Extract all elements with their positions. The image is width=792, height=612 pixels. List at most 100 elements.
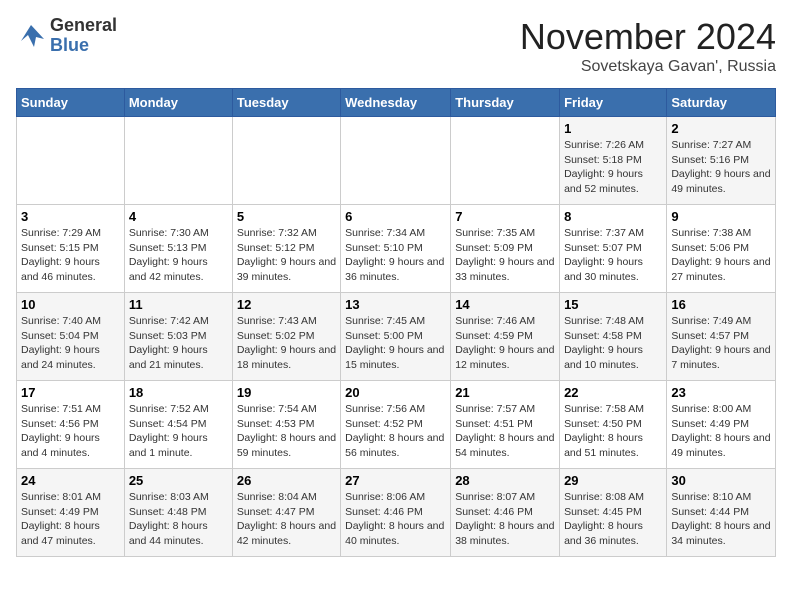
calendar-cell: 2Sunrise: 7:27 AMSunset: 5:16 PMDaylight… [667,117,776,205]
day-number: 16 [671,297,771,312]
day-info-line: Sunrise: 7:40 AM [21,315,101,327]
header-saturday: Saturday [667,89,776,117]
day-info-line: Daylight: 8 hours and 47 minutes. [21,520,100,547]
day-info-line: Sunrise: 7:49 AM [671,315,751,327]
day-info-line: Sunrise: 8:07 AM [455,491,535,503]
logo-text: General Blue [50,16,117,56]
day-info: Sunrise: 7:56 AMSunset: 4:52 PMDaylight:… [345,402,446,461]
day-info-line: Sunrise: 7:51 AM [21,403,101,415]
header-tuesday: Tuesday [232,89,340,117]
day-info-line: Sunrise: 8:01 AM [21,491,101,503]
day-number: 9 [671,209,771,224]
day-number: 7 [455,209,555,224]
day-info: Sunrise: 8:08 AM Sunset: 4:45 PM Daylight:… [564,490,662,549]
day-info-line: Sunset: 5:00 PM [345,330,423,342]
day-info-line: Sunrise: 7:30 AM [129,227,209,239]
day-info: Sunrise: 7:40 AMSunset: 5:04 PMDaylight:… [21,314,120,373]
day-info-line: Sunset: 5:09 PM [455,242,533,254]
day-number: 23 [671,385,771,400]
day-info-line: Sunrise: 7:58 AM [564,403,644,415]
calendar-cell [17,117,125,205]
day-info: Sunrise: 7:57 AMSunset: 4:51 PMDaylight:… [455,402,555,461]
day-info-line: Sunrise: 7:45 AM [345,315,425,327]
day-number: 15 [564,297,662,312]
day-info-line: Sunset: 5:06 PM [671,242,749,254]
day-info-line: Sunrise: 7:56 AM [345,403,425,415]
day-info-line: Sunset: 5:12 PM [237,242,315,254]
calendar-cell: 11Sunrise: 7:42 AMSunset: 5:03 PMDayligh… [124,293,232,381]
day-number: 10 [21,297,120,312]
day-info-line: Daylight: 8 hours and 40 minutes. [345,520,444,547]
logo-blue: Blue [50,36,117,56]
calendar-cell: 27Sunrise: 8:06 AMSunset: 4:46 PMDayligh… [341,469,451,557]
month-title: November 2024 [520,16,776,58]
day-info-line: Sunrise: 7:52 AM [129,403,209,415]
day-info-line: Sunrise: 7:42 AM [129,315,209,327]
header-wednesday: Wednesday [341,89,451,117]
day-info-line: Sunset: 5:07 PM [564,242,642,254]
day-info: Sunrise: 7:35 AMSunset: 5:09 PMDaylight:… [455,226,555,285]
calendar-week-3: 10 Sunrise: 7:40 AMSunset: 5:04 PMDayligh… [17,293,776,381]
day-info-line: Sunrise: 7:34 AM [345,227,425,239]
calendar-cell: 30Sunrise: 8:10 AMSunset: 4:44 PMDayligh… [667,469,776,557]
calendar-cell: 1Sunrise: 7:26 AMSunset: 5:18 PMDaylight… [560,117,667,205]
day-info: Sunrise: 8:00 AMSunset: 4:49 PMDaylight:… [671,402,771,461]
calendar-cell: 21Sunrise: 7:57 AMSunset: 4:51 PMDayligh… [451,381,560,469]
day-info-line: Sunset: 4:54 PM [129,418,207,430]
day-info-line: Daylight: 8 hours and 59 minutes. [237,432,336,459]
calendar-cell: 14Sunrise: 7:46 AMSunset: 4:59 PMDayligh… [451,293,560,381]
calendar-cell: 28Sunrise: 8:07 AMSunset: 4:46 PMDayligh… [451,469,560,557]
day-info-line: Daylight: 8 hours and 54 minutes. [455,432,554,459]
day-info-line: Sunrise: 8:10 AM [671,491,751,503]
day-info: Sunrise: 7:30 AMSunset: 5:13 PMDaylight:… [129,226,228,285]
day-info-line: Sunset: 5:10 PM [345,242,423,254]
day-info-line: Sunset: 4:56 PM [21,418,99,430]
calendar-cell: 4Sunrise: 7:30 AMSunset: 5:13 PMDaylight… [124,205,232,293]
day-number: 25 [129,473,228,488]
day-number: 12 [237,297,336,312]
day-info-line: Daylight: 8 hours and 36 minutes. [564,520,643,547]
day-info: Sunrise: 7:54 AMSunset: 4:53 PMDaylight:… [237,402,336,461]
day-number: 17 [21,385,120,400]
day-info: Sunrise: 8:04 AMSunset: 4:47 PMDaylight:… [237,490,336,549]
calendar-cell: 25Sunrise: 8:03 AMSunset: 4:48 PMDayligh… [124,469,232,557]
day-info-line: Sunset: 5:15 PM [21,242,99,254]
day-info: Sunrise: 8:07 AMSunset: 4:46 PMDaylight:… [455,490,555,549]
day-number: 27 [345,473,446,488]
calendar-cell: 16 Sunrise: 7:49 AMSunset: 4:57 PMDayligh… [667,293,776,381]
calendar-week-2: 3Sunrise: 7:29 AMSunset: 5:15 PMDaylight… [17,205,776,293]
day-info-line: Sunset: 4:46 PM [455,506,533,518]
day-info-line: Daylight: 9 hours and 39 minutes. [237,256,336,283]
logo-icon [16,21,46,51]
day-number: 19 [237,385,336,400]
day-info-line: Sunrise: 7:38 AM [671,227,751,239]
day-info-line: Daylight: 9 hours and 27 minutes. [671,256,770,283]
day-info: Sunrise: 7:51 AMSunset: 4:56 PMDaylight:… [21,402,120,461]
day-info-line: Sunrise: 8:04 AM [237,491,317,503]
header: General Blue November 2024 Sovetskaya Ga… [16,16,776,76]
header-thursday: Thursday [451,89,560,117]
day-info: Sunrise: 7:58 AMSunset: 4:50 PMDaylight:… [564,402,662,461]
day-info-line: Daylight: 9 hours and 46 minutes. [21,256,100,283]
calendar-week-4: 17 Sunrise: 7:51 AM Sunset: 4:56 PM Dayligh… [17,381,776,469]
calendar-cell: 29Sunrise: 8:08 AMSunset: 4:45 PMDayligh… [560,469,667,557]
day-info-line: Sunset: 4:45 PM [564,506,642,518]
calendar-cell: 15Sunrise: 7:48 AMSunset: 4:58 PMDayligh… [560,293,667,381]
day-info-line: Sunrise: 7:29 AM [21,227,101,239]
calendar-cell: 8Sunrise: 7:37 AMSunset: 5:07 PMDaylight… [560,205,667,293]
day-info-line: Daylight: 9 hours and 7 minutes. [671,344,770,371]
day-info: Sunrise: 7:49 AMSunset: 4:57 PMDaylight:… [671,314,771,373]
day-info-line: Sunrise: 8:08 AM [564,491,644,503]
day-number: 8 [564,209,662,224]
day-info-line: Sunset: 5:13 PM [129,242,207,254]
day-info: Sunrise: 8:10 AMSunset: 4:44 PMDaylight:… [671,490,771,549]
day-info-line: Sunrise: 7:37 AM [564,227,644,239]
day-info-line: Daylight: 9 hours and 12 minutes. [455,344,554,371]
day-info: Sunrise: 7:52 AMSunset: 4:54 PMDaylight:… [129,402,228,461]
calendar-cell: 9 Sunrise: 7:38 AM Sunset: 5:06 PM Daylight… [667,205,776,293]
day-info: Sunrise: 7:32 AMSunset: 5:12 PMDaylight:… [237,226,336,285]
calendar-cell: 22Sunrise: 7:58 AMSunset: 4:50 PMDayligh… [560,381,667,469]
day-info-line: Sunset: 4:50 PM [564,418,642,430]
logo-general: General [50,16,117,36]
day-info-line: Sunset: 5:16 PM [671,154,749,166]
